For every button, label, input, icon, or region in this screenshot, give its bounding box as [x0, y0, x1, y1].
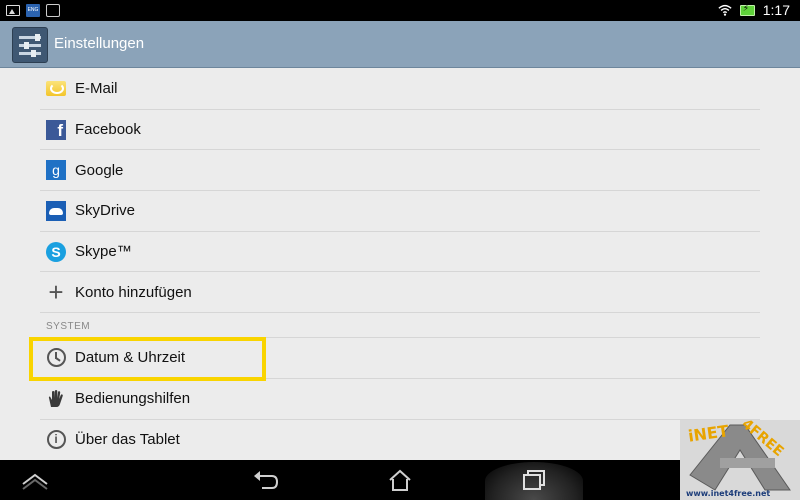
settings-item-label: Bedienungshilfen [75, 390, 191, 408]
settings-item-label: Konto hinzufügen [75, 283, 192, 301]
wifi-icon [718, 4, 732, 16]
facebook-icon: f [46, 119, 66, 140]
recent-apps-icon[interactable] [519, 468, 549, 492]
settings-item-accessibility[interactable]: Bedienungshilfen [40, 379, 760, 420]
google-icon: g [46, 160, 66, 181]
plus-icon: + [48, 277, 64, 308]
page-title: Einstellungen [54, 35, 145, 52]
battery-charging-icon [739, 3, 755, 16]
settings-item-label: E-Mail [75, 80, 118, 98]
settings-item-label: SkyDrive [75, 202, 136, 220]
status-bar: ENG 1:17 [0, 0, 800, 21]
settings-item-google[interactable]: g Google [40, 150, 760, 192]
app-icon: ENG [26, 4, 40, 17]
email-icon [46, 79, 66, 99]
gallery-icon [6, 5, 20, 16]
settings-sliders-icon[interactable] [12, 27, 48, 63]
action-bar: Einstellungen [0, 21, 800, 68]
settings-item-label: Skype™ [75, 243, 132, 261]
up-chevron-icon[interactable] [20, 468, 50, 492]
info-icon: i [46, 430, 66, 450]
settings-item-facebook[interactable]: f Facebook [40, 110, 760, 151]
settings-item-email[interactable]: E-Mail [40, 69, 760, 110]
status-clock: 1:17 [762, 2, 790, 18]
settings-item-add-account[interactable]: + Konto hinzufügen [40, 272, 760, 314]
highlight-box [29, 337, 266, 381]
back-icon[interactable] [250, 468, 280, 492]
watermark-url: www.inet4free.net [686, 489, 771, 498]
settings-item-label: Facebook [75, 121, 141, 139]
settings-item-label: Über das Tablet [75, 431, 180, 449]
watermark-logo: iNET 4FREE www.inet4free.net [680, 420, 800, 500]
home-icon[interactable] [385, 468, 415, 492]
section-header-system: SYSTEM [40, 313, 760, 339]
skype-icon: S [46, 241, 66, 262]
settings-item-about-tablet[interactable]: i Über das Tablet [40, 420, 760, 461]
skydrive-icon [46, 200, 66, 221]
settings-item-label: Google [75, 161, 124, 179]
settings-item-skype[interactable]: S Skype™ [40, 232, 760, 273]
hand-icon [46, 389, 66, 409]
settings-list: E-Mail f Facebook g Google SkyDrive S Sk… [40, 69, 760, 460]
section-header-label: SYSTEM [46, 321, 91, 333]
notification-icon [46, 4, 60, 17]
settings-item-skydrive[interactable]: SkyDrive [40, 191, 760, 232]
